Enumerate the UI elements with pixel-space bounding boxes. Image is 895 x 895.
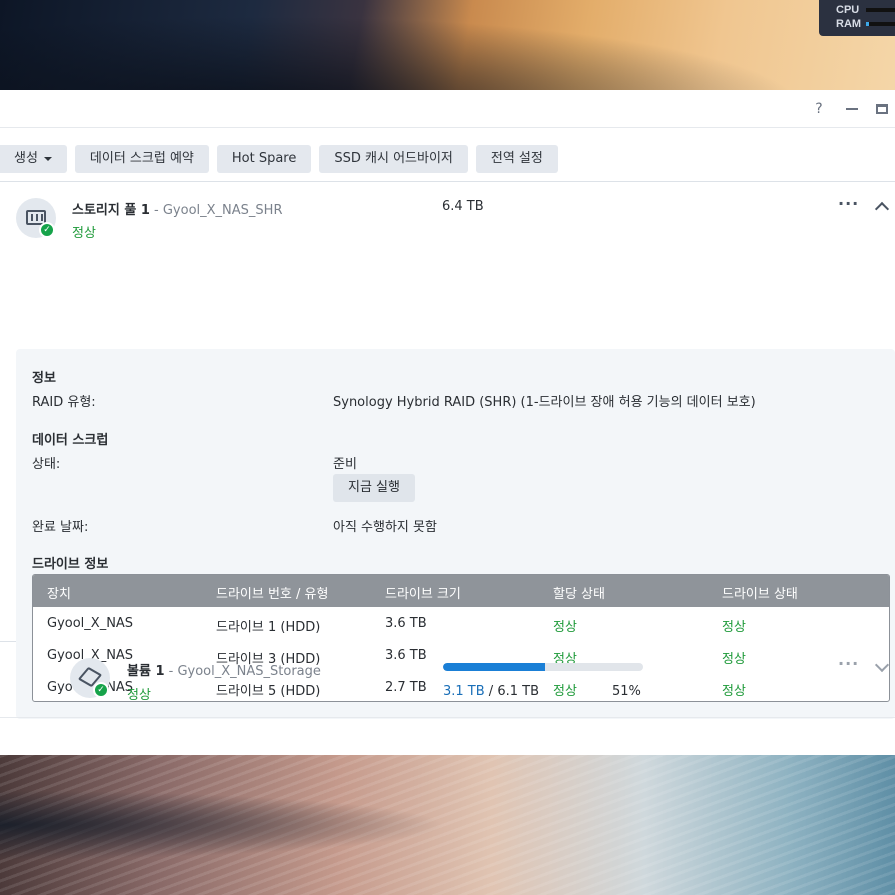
scrub-state-value: 준비: [333, 457, 357, 472]
hot-spare-button[interactable]: Hot Spare: [216, 145, 312, 173]
storage-manager-window: ? 생성 데이터 스크럽 예약 Hot Spare SSD 캐시 어드바이저 전…: [0, 90, 895, 755]
run-now-button[interactable]: 지금 실행: [333, 474, 415, 502]
scrub-section-title: 데이터 스크럽: [32, 433, 109, 448]
volume-title: 볼륨 1 - Gyool_X_NAS_Storage: [127, 660, 321, 679]
header-drive-size[interactable]: 드라이브 크기: [385, 583, 461, 602]
more-options-icon[interactable]: ···: [838, 654, 859, 673]
window-title-bar: ?: [0, 90, 895, 128]
desktop-wallpaper-bottom: [0, 755, 895, 895]
pool-status: 정상: [72, 226, 96, 241]
help-icon[interactable]: ?: [810, 100, 828, 118]
completed-date-label: 완료 날짜:: [32, 520, 89, 535]
pool-size: 6.4 TB: [442, 199, 484, 214]
pool-name: 스토리지 풀 1: [72, 203, 150, 218]
ram-bar-fill: [866, 22, 870, 26]
raid-type-label: RAID 유형:: [32, 395, 96, 410]
table-row[interactable]: Gyool_X_NAS 드라이브 1 (HDD) 3.6 TB 정상 정상: [33, 607, 889, 639]
raid-type-value: Synology Hybrid RAID (SHR) (1-드라이브 장애 허용…: [333, 395, 756, 410]
volume-usage-separator: /: [484, 684, 498, 699]
maximize-icon[interactable]: [873, 100, 891, 118]
cell-alloc: 정상: [553, 620, 577, 635]
volume-subtitle: - Gyool_X_NAS_Storage: [164, 664, 321, 679]
resource-monitor-widget[interactable]: CPU RAM: [819, 0, 895, 36]
ssd-cache-advisor-button[interactable]: SSD 캐시 어드바이저: [319, 145, 468, 173]
ram-bar: [866, 22, 895, 26]
check-icon: ✓: [39, 222, 55, 238]
table-header-row: 장치 드라이브 번호 / 유형 드라이브 크기 할당 상태 드라이브 상태: [33, 575, 889, 607]
header-drive-slot[interactable]: 드라이브 번호 / 유형: [216, 583, 328, 602]
storage-pool-card[interactable]: ✓ 스토리지 풀 1 - Gyool_X_NAS_SHR 정상 6.4 TB ·…: [0, 181, 895, 719]
volume-total: 6.1 TB: [497, 684, 539, 699]
cell-status: 정상: [722, 620, 746, 635]
chevron-down-icon[interactable]: [874, 657, 890, 673]
drive-info-section-title: 드라이브 정보: [32, 557, 109, 572]
pool-title: 스토리지 풀 1 - Gyool_X_NAS_SHR: [72, 199, 282, 218]
check-icon: ✓: [93, 682, 109, 698]
create-button-label: 생성: [14, 151, 38, 166]
pool-subtitle: - Gyool_X_NAS_SHR: [149, 203, 283, 218]
volume-usage-bar: [443, 663, 643, 671]
header-alloc-status[interactable]: 할당 상태: [553, 583, 605, 602]
minimize-icon[interactable]: [843, 100, 861, 118]
scrub-state-label: 상태:: [32, 457, 61, 472]
more-options-icon[interactable]: ···: [838, 194, 859, 213]
create-button[interactable]: 생성: [0, 145, 67, 173]
cell-size: 3.6 TB: [385, 616, 427, 631]
volume-usage-fill: [443, 663, 545, 671]
completed-date-value: 아직 수행하지 못함: [333, 520, 437, 535]
ram-label: RAM: [836, 18, 862, 30]
volume-icon: ✓: [70, 658, 110, 698]
caret-down-icon: [43, 156, 52, 161]
global-settings-button[interactable]: 전역 설정: [475, 145, 558, 173]
volume-used: 3.1 TB: [443, 684, 485, 699]
volume-status: 정상: [127, 688, 151, 703]
cell-device: Gyool_X_NAS: [47, 616, 134, 631]
volume-usage-text: 3.1 TB / 6.1 TB: [443, 684, 539, 699]
cell-slot: 드라이브 1 (HDD): [216, 620, 321, 635]
header-device[interactable]: 장치: [47, 583, 71, 602]
desktop-wallpaper-top: [0, 0, 895, 90]
scrub-schedule-button[interactable]: 데이터 스크럽 예약: [74, 145, 209, 173]
cpu-label: CPU: [836, 4, 860, 16]
chevron-up-icon[interactable]: [874, 201, 890, 217]
header-drive-status[interactable]: 드라이브 상태: [722, 583, 798, 602]
volume-name: 볼륨 1: [127, 664, 165, 679]
storage-pool-icon: ✓: [16, 198, 56, 238]
cpu-bar: [866, 8, 895, 12]
toolbar: 생성 데이터 스크럽 예약 Hot Spare SSD 캐시 어드바이저 전역 …: [0, 145, 558, 173]
info-section-title: 정보: [32, 371, 56, 386]
volume-usage-percent: 51%: [612, 684, 641, 699]
volume-row[interactable]: ✓ 볼륨 1 - Gyool_X_NAS_Storage 정상 3.1 TB /…: [0, 646, 895, 718]
